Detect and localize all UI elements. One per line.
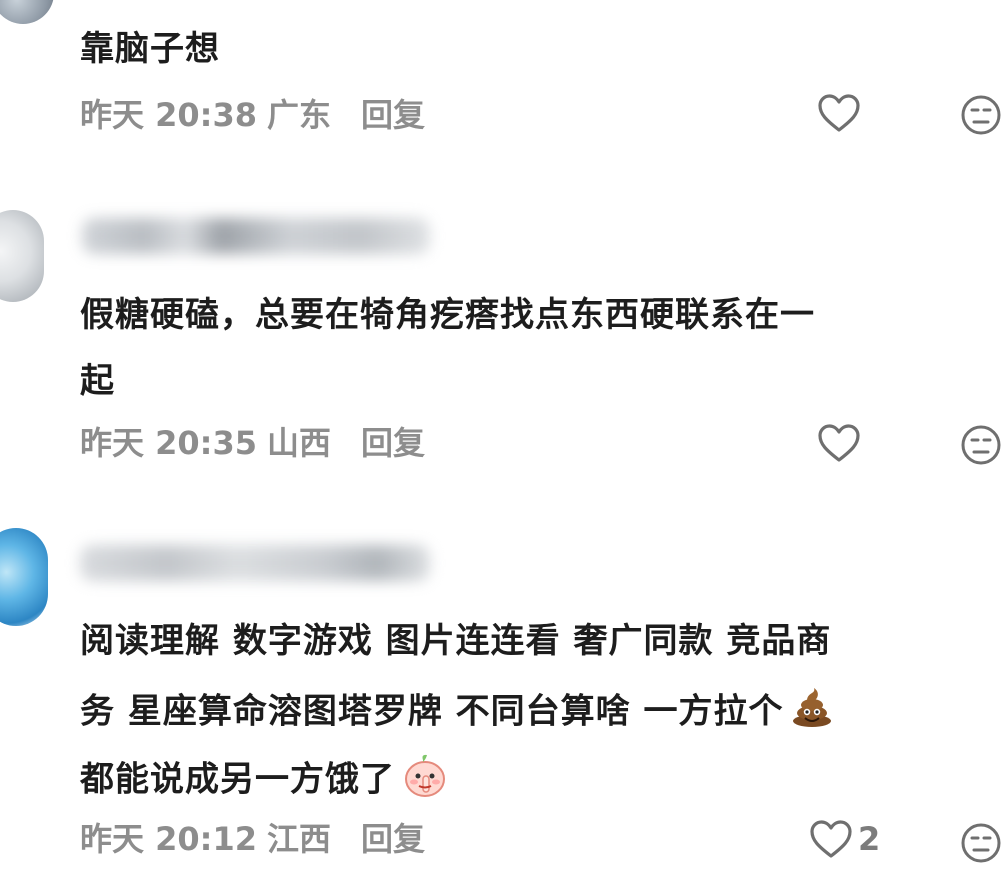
reply-button[interactable]: 回复 <box>361 814 425 860</box>
comment-location: 山西 <box>267 424 332 462</box>
heart-outline-icon <box>818 94 860 132</box>
dislike-button[interactable] <box>960 424 1002 466</box>
comment-list: 靠脑子想 昨天 20:38 广东 回复 假糖硬磕，总要在犄角疙瘩找点东西硬联系在… <box>0 0 1007 891</box>
comment-meta: 昨天 20:38 广东 回复 <box>80 92 425 134</box>
comment-location: 广东 <box>267 96 332 134</box>
reply-button[interactable]: 回复 <box>361 90 425 136</box>
heart-outline-icon <box>810 820 852 858</box>
comment-text-line: 都能说成另一方饿了 <box>80 752 449 810</box>
comment-text-segment: 务 星座算命溶图塔罗牌 不同台算啥 一方拉个 <box>80 691 784 732</box>
reply-button[interactable]: 回复 <box>361 418 425 464</box>
heart-outline-icon <box>818 424 860 462</box>
comment-text: 靠脑子想 <box>80 29 220 69</box>
comment-text-line: 假糖硬磕，总要在犄角疙瘩找点东西硬联系在一 <box>80 295 815 335</box>
comment-text-line: 起 <box>80 361 115 401</box>
unamused-face-icon <box>961 95 1001 135</box>
poop-emoji <box>790 686 834 740</box>
unamused-face-icon <box>961 425 1001 465</box>
like-button[interactable] <box>816 422 866 464</box>
comment-text-line: 务 星座算命溶图塔罗牌 不同台算啥 一方拉个 <box>80 686 834 740</box>
blurred-username <box>82 218 430 254</box>
comment-meta: 昨天 20:12 江西 回复 <box>80 816 425 858</box>
comment-time: 昨天 20:38 <box>80 96 258 134</box>
dislike-button[interactable] <box>960 822 1002 864</box>
shushing-peach-emoji <box>401 752 449 810</box>
comment-text-segment: 都能说成另一方饿了 <box>80 759 395 800</box>
like-button[interactable]: 2 <box>808 818 880 860</box>
avatar[interactable] <box>0 528 48 626</box>
avatar[interactable] <box>0 210 44 302</box>
comment-time: 昨天 20:12 <box>80 820 258 858</box>
like-button[interactable] <box>816 92 866 134</box>
like-count: 2 <box>858 820 881 858</box>
unamused-face-icon <box>961 823 1001 863</box>
blurred-username <box>80 545 430 581</box>
comment-meta: 昨天 20:35 山西 回复 <box>80 420 425 462</box>
comment-text-line: 阅读理解 数字游戏 图片连连看 奢广同款 竞品商 <box>80 621 832 661</box>
avatar[interactable] <box>0 0 54 24</box>
comment-location: 江西 <box>267 820 332 858</box>
comment-time: 昨天 20:35 <box>80 424 258 462</box>
dislike-button[interactable] <box>960 94 1002 136</box>
